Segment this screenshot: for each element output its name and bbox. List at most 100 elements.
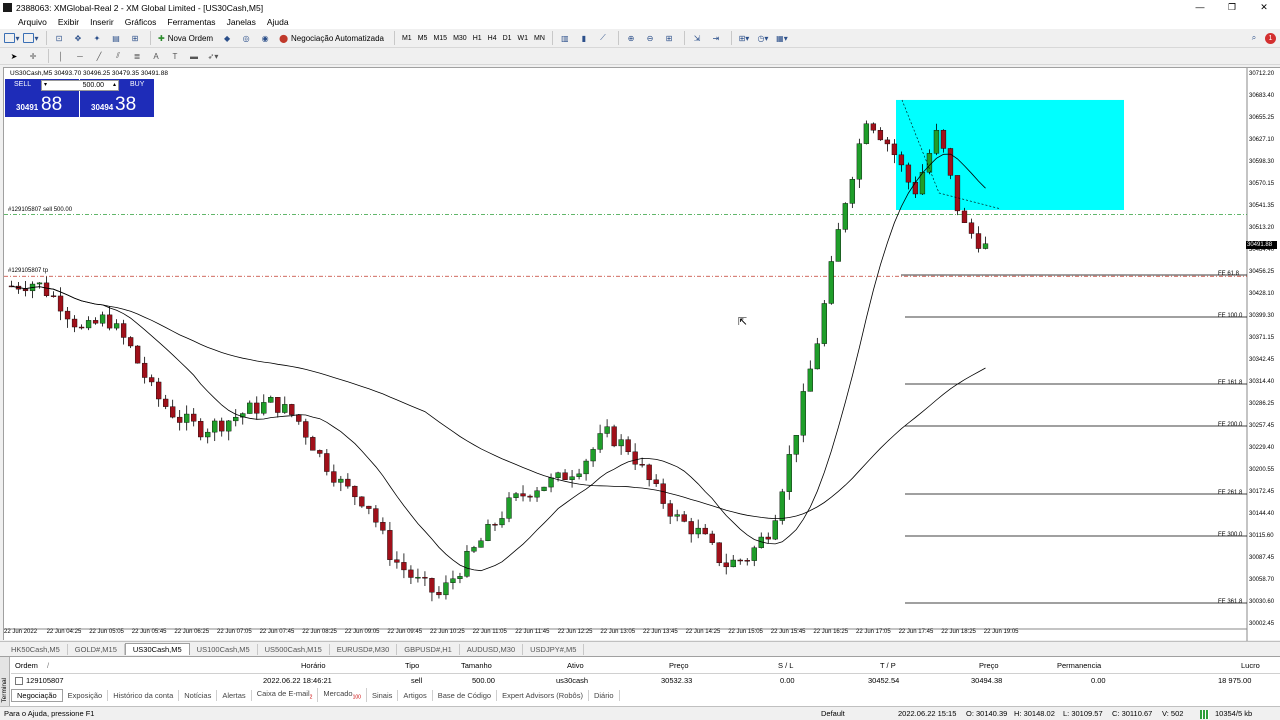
tab-artigos[interactable]: Artigos [398,689,433,701]
close-button[interactable]: ✕ [1248,2,1280,13]
market-watch-icon[interactable]: ⊡ [51,31,67,46]
tab-eurusd[interactable]: EURUSD#,M30 [330,644,398,655]
col-permanencia[interactable]: Permanencia [1057,661,1101,670]
text-label-icon[interactable]: T [167,49,183,64]
row-tp[interactable]: 30452.54 [868,676,899,685]
new-order-button[interactable]: ✚ Nova Ordem [155,31,216,46]
col-preco[interactable]: Preço [669,661,689,670]
col-lucro[interactable]: Lucro [1241,661,1260,670]
zoom-in-icon[interactable]: ⊕ [623,31,639,46]
terminal-side-label[interactable]: Terminal [0,657,10,709]
tab-hk50cash[interactable]: HK50Cash,M5 [4,644,68,655]
menu-inserir[interactable]: Inserir [90,17,114,27]
tab-us500cash[interactable]: US500Cash,M15 [258,644,330,655]
minimize-button[interactable]: — [1184,2,1216,13]
chart-shift-icon[interactable]: ⇥ [708,31,724,46]
search-icon[interactable]: ⌕ [1246,31,1262,46]
profiles-icon[interactable]: ▾ [23,31,39,46]
col-sl[interactable]: S / L [778,661,793,670]
fe-level-label: FE 200.0 [1218,422,1243,428]
tab-sinais[interactable]: Sinais [367,689,399,701]
timeframe-h4[interactable]: H4 [485,32,500,45]
maximize-button[interactable]: ❐ [1216,2,1248,13]
tab-mercado[interactable]: Mercado100 [318,688,367,702]
col-preco2[interactable]: Preço [979,661,999,670]
col-tamanho[interactable]: Tamanho [461,661,492,670]
trendline-icon[interactable]: ╱ [91,49,107,64]
menu-arquivo[interactable]: Arquivo [18,17,47,27]
menu-janelas[interactable]: Janelas [227,17,256,27]
crosshair-icon[interactable]: ✛ [25,49,41,64]
tab-historico[interactable]: Histórico da conta [108,689,180,701]
col-tipo[interactable]: Tipo [405,661,419,670]
menu-ajuda[interactable]: Ajuda [267,17,289,27]
fibonacci-icon[interactable]: ≣ [129,49,145,64]
chart-canvas[interactable] [4,68,1280,641]
tab-negociacao[interactable]: Negociação [11,688,63,702]
line-chart-icon[interactable]: ⟋ [595,31,611,46]
notification-badge[interactable]: 1 [1265,32,1276,44]
timeframe-m30[interactable]: M30 [450,32,470,45]
tab-gbpusd[interactable]: GBPUSD#,H1 [397,644,460,655]
new-chart-icon[interactable]: ▾ [4,31,20,46]
channel-icon[interactable]: ⫽ [110,49,126,64]
zoom-out-icon[interactable]: ⊖ [642,31,658,46]
tab-audusd[interactable]: AUDUSD,M30 [460,644,524,655]
rectangle-shape-icon[interactable]: ▬ [186,49,202,64]
menu-ferramentas[interactable]: Ferramentas [167,17,215,27]
tab-base-codigo[interactable]: Base de Código [433,689,498,701]
autotrading-button[interactable]: ⬤ Negociação Automatizada [276,31,387,46]
menu-graficos[interactable]: Gráficos [125,17,157,27]
volume-input[interactable]: ▾ 500.00 ▴ [41,80,119,91]
periods-icon[interactable]: ◷▾ [755,31,771,46]
tab-diario[interactable]: Diário [589,689,620,701]
row-sl[interactable]: 0.00 [780,676,795,685]
data-window-icon[interactable]: ✥ [70,31,86,46]
candle-body [534,490,540,498]
timeframe-d1[interactable]: D1 [500,32,515,45]
tab-gold[interactable]: GOLD#,M15 [68,644,125,655]
templates-icon[interactable]: ▦▾ [774,31,790,46]
signals-icon[interactable]: ◎ [238,31,254,46]
tab-caixa-email[interactable]: Caixa de E-mail2 [252,688,319,702]
timeframe-m15[interactable]: M15 [430,32,450,45]
autoscroll-icon[interactable]: ⇲ [689,31,705,46]
timeframe-h1[interactable]: H1 [470,32,485,45]
market-icon[interactable]: ◉ [257,31,273,46]
candle-body [268,397,274,403]
candlestick-icon[interactable]: ▮ [576,31,592,46]
timeframe-m5[interactable]: M5 [415,32,431,45]
arrows-icon[interactable]: ➶▾ [205,49,221,64]
navigator-icon[interactable]: ✦ [89,31,105,46]
tab-usdjpy[interactable]: USDJPY#,M5 [523,644,585,655]
tab-noticias[interactable]: Notícias [179,689,218,701]
tab-us100cash[interactable]: US100Cash,M5 [190,644,258,655]
col-tp[interactable]: T / P [880,661,896,670]
timeframe-m1[interactable]: M1 [399,32,415,45]
tab-expert-advisors[interactable]: Expert Advisors (Robôs) [497,689,589,701]
row-ordem[interactable]: 129105807 [26,676,64,685]
tab-exposicao[interactable]: Exposição [63,689,109,701]
bar-chart-icon[interactable]: ▥ [557,31,573,46]
horizontal-line-icon[interactable]: ─ [72,49,88,64]
metaeditor-icon[interactable]: ◆ [219,31,235,46]
col-ordem[interactable]: Ordem [15,661,38,670]
indicators-icon[interactable]: ⊞▾ [736,31,752,46]
volume-down-icon[interactable]: ▾ [44,81,47,90]
timeframe-mn[interactable]: MN [531,32,548,45]
tester-icon[interactable]: ⊞ [127,31,143,46]
col-horario[interactable]: Horário [301,661,326,670]
col-ativo[interactable]: Ativo [567,661,584,670]
volume-up-icon[interactable]: ▴ [113,81,116,90]
tab-us30cash[interactable]: US30Cash,M5 [124,643,190,655]
price-chart[interactable] [3,67,1280,641]
vertical-line-icon[interactable]: │ [53,49,69,64]
menu-exibir[interactable]: Exibir [58,17,79,27]
cursor-icon[interactable]: ➤ [6,49,22,64]
tab-alertas[interactable]: Alertas [217,689,252,701]
text-icon[interactable]: A [148,49,164,64]
timeframe-w1[interactable]: W1 [515,32,532,45]
terminal-icon[interactable]: ▤ [108,31,124,46]
status-profile[interactable]: Default [821,709,845,718]
tile-windows-icon[interactable]: ⊞ [661,31,677,46]
